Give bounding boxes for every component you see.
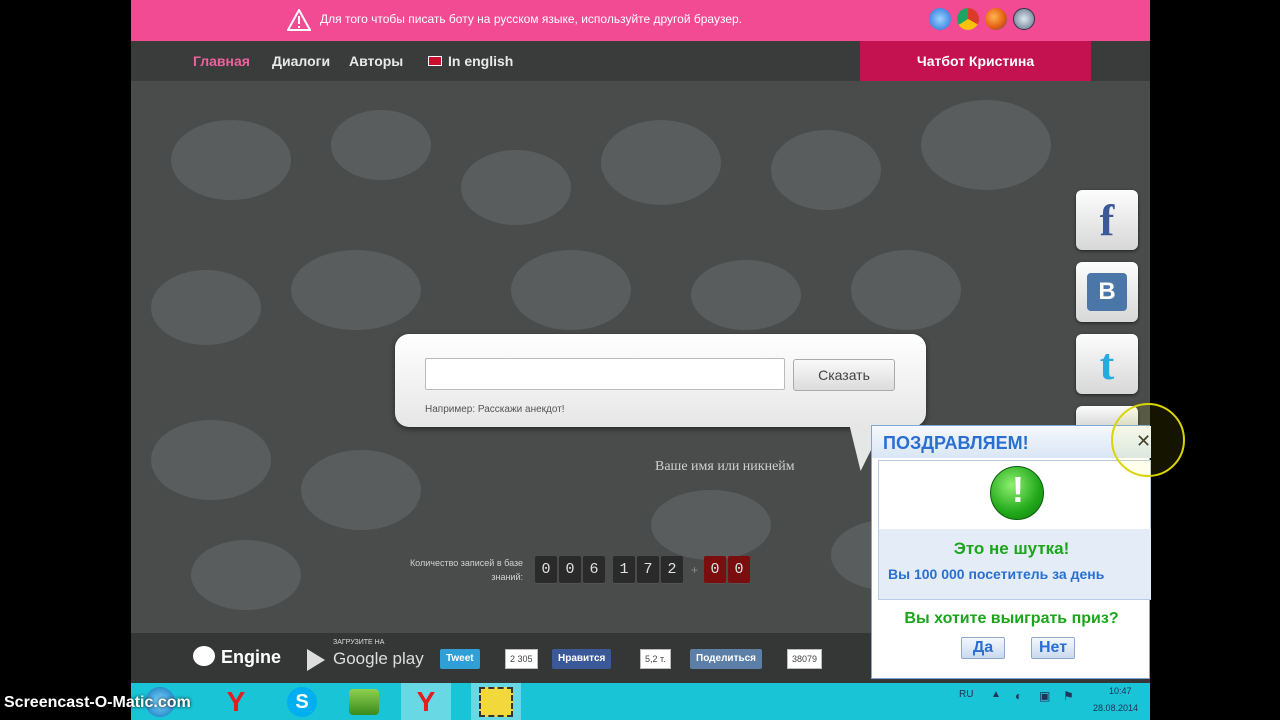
warning-icon	[287, 9, 311, 31]
nav-item-english-label: In english	[448, 53, 514, 69]
watermark: Screencast-O-Matic.com	[4, 694, 191, 711]
screencast-icon	[479, 686, 513, 717]
bg-cloud	[151, 270, 261, 345]
bg-cloud	[651, 490, 771, 560]
vk-icon: B	[1076, 262, 1138, 322]
nav-item-home[interactable]: Главная	[193, 53, 250, 69]
vk-share-button[interactable]: Поделиться	[690, 649, 763, 669]
taskbar-app[interactable]	[339, 683, 389, 720]
ie-icon[interactable]	[929, 8, 951, 30]
popup-visitor: Вы 100 000 посетитель за день	[888, 566, 1105, 582]
counter-digit: 0	[535, 556, 557, 584]
twitter-icon: t	[1099, 339, 1115, 389]
message-input[interactable]	[425, 358, 785, 390]
counter-plus: +	[691, 563, 699, 577]
bg-cloud	[691, 260, 801, 330]
bg-cloud	[171, 120, 291, 200]
example-hint: Например: Расскажи анекдот!	[425, 404, 565, 415]
counter-group: 1 7 2	[613, 556, 685, 584]
firefox-icon[interactable]	[985, 8, 1007, 30]
bg-cloud	[921, 100, 1051, 190]
engine-label: Engine	[221, 647, 282, 667]
nav-item-dialogs[interactable]: Диалоги	[272, 53, 330, 69]
engine-logo[interactable]: Engine	[193, 646, 282, 668]
tray-arrow-icon[interactable]: ▲	[991, 689, 1001, 700]
bg-cloud	[601, 120, 721, 205]
chrome-icon[interactable]	[957, 8, 979, 30]
counter-group: 0 0 6	[535, 556, 607, 584]
congrats-popup: ПОЗДРАВЛЯЕМ! ✕ ! Это не шутка! Вы 100 00…	[871, 425, 1151, 679]
counter-digit: 7	[637, 556, 659, 584]
yandex-icon: Y	[226, 685, 246, 717]
fb-like-count: 5,2 т.	[640, 649, 671, 669]
screen: Для того чтобы писать боту на русском яз…	[0, 0, 1280, 720]
fb-like-button[interactable]: Нравится	[552, 649, 612, 669]
taskbar-yandex[interactable]: Y	[211, 683, 261, 720]
clock-time[interactable]: 10:47	[1109, 686, 1132, 696]
bg-cloud	[301, 450, 421, 530]
taskbar-yandex-browser[interactable]: Y	[401, 683, 451, 720]
cursor-highlight	[1111, 403, 1185, 477]
clock-date[interactable]: 28.08.2014	[1093, 703, 1138, 713]
counter-digit: 1	[613, 556, 635, 584]
nav-item-authors[interactable]: Авторы	[349, 53, 403, 69]
yandex-browser-icon: Y	[416, 685, 436, 717]
chat-bubble-icon	[193, 646, 215, 667]
taskbar-skype[interactable]: S	[277, 683, 327, 720]
taskbar-screencast[interactable]	[471, 683, 521, 720]
skype-icon: S	[287, 686, 317, 717]
counter-digit-red: 0	[704, 556, 727, 584]
bg-cloud	[291, 250, 421, 330]
tweet-count: 2 305	[505, 649, 538, 669]
uk-flag-icon	[428, 56, 442, 66]
network-icon[interactable]: ▣	[1039, 689, 1050, 703]
popup-header: ПОЗДРАВЛЯЕМ! ✕	[872, 426, 1151, 458]
bg-cloud	[331, 110, 431, 180]
nickname-label[interactable]: Ваше имя или никнейм	[655, 459, 795, 475]
safari-icon[interactable]	[1013, 8, 1035, 30]
records-counter: 0 0 6 1 7 2 + 0 0	[535, 554, 758, 586]
main-nav: Главная Диалоги Авторы In english Чатбот…	[131, 41, 1150, 81]
counter-group-red: 0 0	[704, 556, 752, 584]
flag-icon[interactable]: ⚑	[1063, 689, 1074, 703]
bg-cloud	[191, 540, 301, 610]
google-play-label: Google play	[333, 649, 424, 668]
bg-cloud	[461, 150, 571, 225]
counter-digit: 0	[559, 556, 581, 584]
twitter-button[interactable]: t	[1076, 334, 1138, 394]
bg-cloud	[771, 130, 881, 210]
google-play-small: ЗАГРУЗИТЕ НА	[333, 639, 385, 646]
chatbot-tab[interactable]: Чатбот Кристина	[860, 41, 1091, 81]
taskbar: Y S Y RU ▲ ◐ ▣ ⚑ 10:47 28.08.2014	[131, 683, 1150, 720]
counter-digit-red: 0	[728, 556, 751, 584]
yes-button[interactable]: Да	[961, 637, 1005, 659]
counter-digit: 2	[661, 556, 683, 584]
browser-warning-bar: Для того чтобы писать боту на русском яз…	[131, 0, 1150, 41]
vk-share-count: 38079	[787, 649, 823, 669]
facebook-button[interactable]: f	[1076, 190, 1138, 250]
vk-button[interactable]: B	[1076, 262, 1138, 322]
chat-input-bubble: Сказать Например: Расскажи анекдот!	[395, 334, 926, 427]
popup-question: Вы хотите выиграть приз?	[904, 610, 1119, 627]
language-indicator[interactable]: RU	[959, 689, 973, 700]
no-button[interactable]: Нет	[1031, 637, 1075, 659]
nav-item-english[interactable]: In english	[428, 53, 513, 69]
say-button[interactable]: Сказать	[793, 359, 895, 391]
bg-cloud	[511, 250, 631, 330]
bg-cloud	[151, 420, 271, 500]
volume-icon[interactable]: ◐	[1015, 689, 1022, 703]
popup-title: ПОЗДРАВЛЯЕМ!	[883, 433, 1029, 453]
tweet-button[interactable]: Tweet	[440, 649, 480, 669]
warning-text: Для того чтобы писать боту на русском яз…	[320, 12, 743, 26]
browser-icons	[929, 8, 1035, 30]
app-icon	[349, 688, 379, 715]
exclamation-icon: !	[990, 466, 1044, 520]
popup-joke: Это не шутка!	[953, 539, 1070, 558]
counter-label: Количество записей в базе знаний:	[409, 558, 523, 582]
facebook-icon: f	[1099, 195, 1115, 245]
play-icon	[307, 649, 325, 671]
counter-digit: 6	[583, 556, 605, 584]
bg-cloud	[851, 250, 961, 330]
